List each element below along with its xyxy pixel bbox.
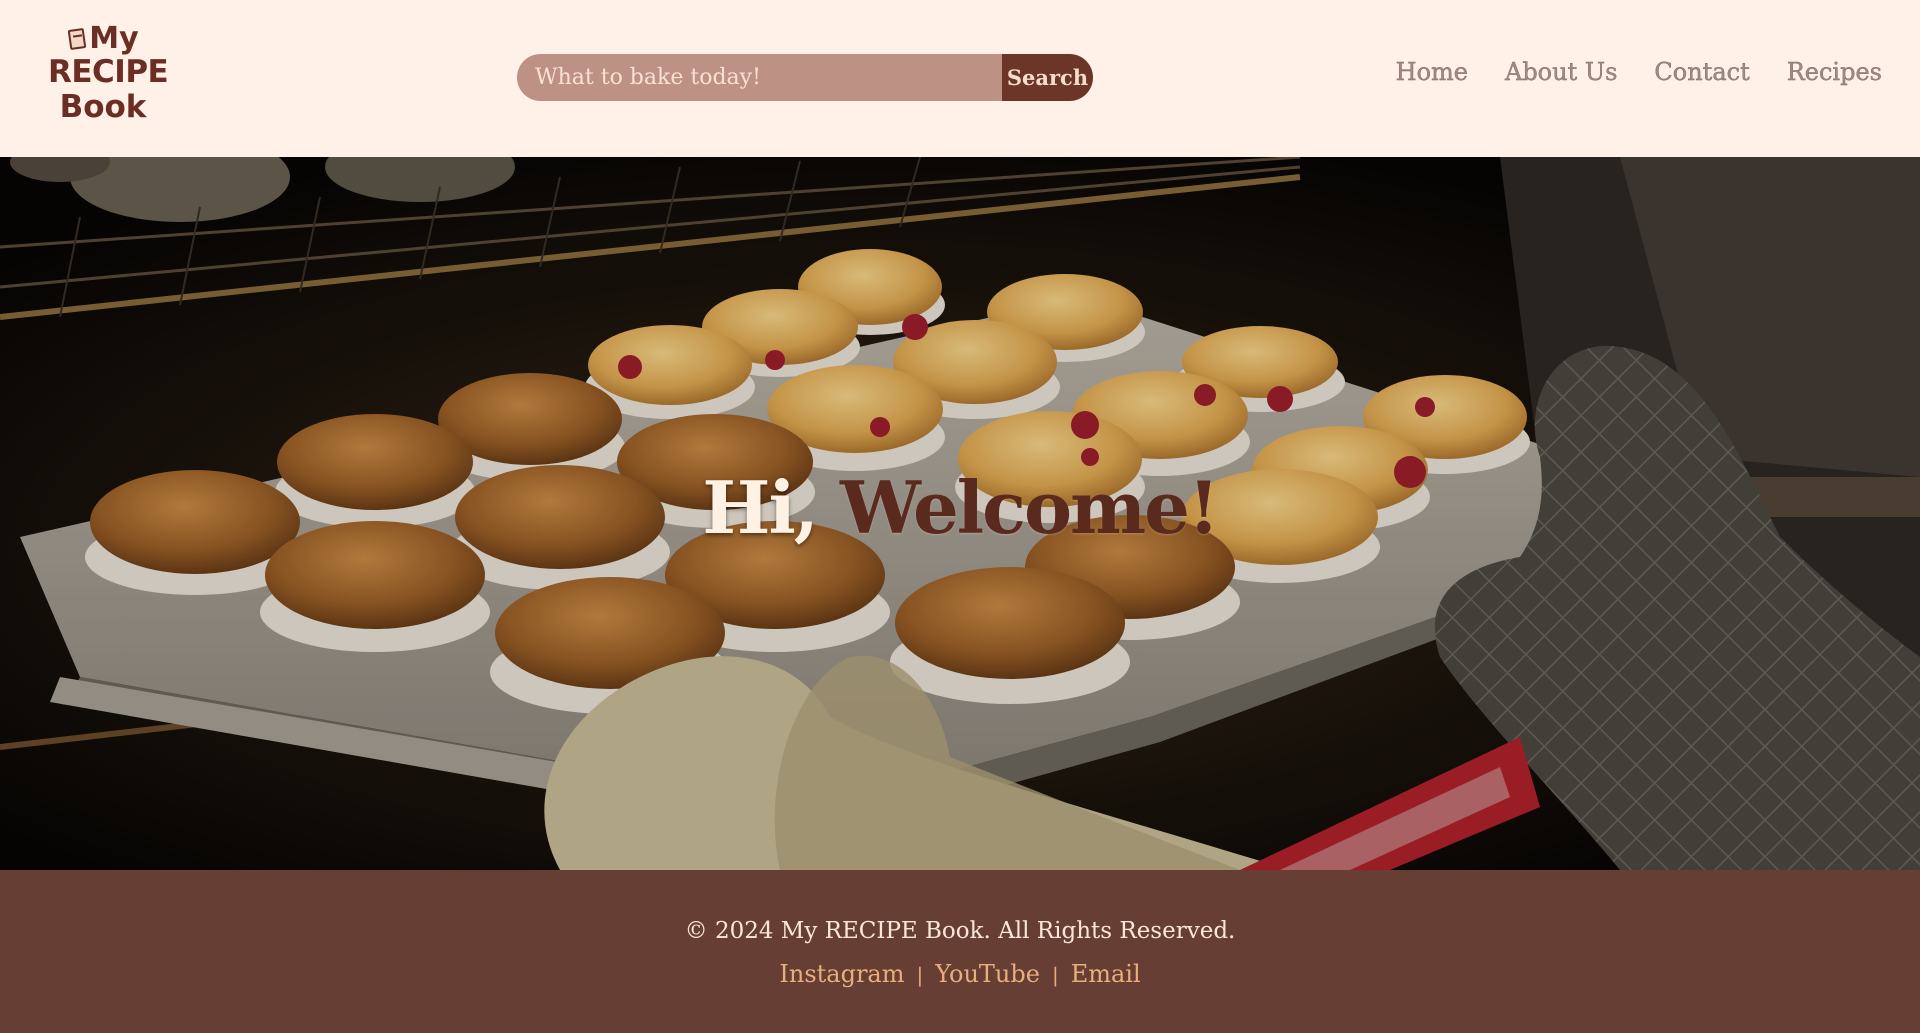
footer-social-links: Instagram | YouTube | Email <box>0 960 1920 988</box>
logo-text-book: Book <box>59 89 147 125</box>
search-input[interactable] <box>517 54 1002 101</box>
nav-about-us[interactable]: About Us <box>1505 58 1618 86</box>
recipe-book-icon <box>67 26 87 51</box>
nav-contact[interactable]: Contact <box>1654 58 1750 86</box>
footer-link-instagram[interactable]: Instagram <box>779 960 904 988</box>
logo-text-my: My <box>89 21 139 56</box>
site-logo[interactable]: My RECIPE Book <box>48 21 169 125</box>
search-form: Search <box>517 54 1093 101</box>
footer-link-youtube[interactable]: YouTube <box>935 960 1040 988</box>
footer-separator: | <box>916 963 924 987</box>
logo-text-recipe: RECIPE <box>48 54 169 90</box>
hero-greeting: Hi, <box>702 465 818 550</box>
hero-banner: Hi, Welcome! <box>0 157 1920 870</box>
copyright-text: © 2024 My RECIPE Book. All Rights Reserv… <box>684 918 1236 944</box>
hero-heading: Hi, Welcome! <box>0 472 1920 544</box>
nav-recipes[interactable]: Recipes <box>1787 58 1883 86</box>
hero-welcome: Welcome! <box>839 465 1220 550</box>
site-header: My RECIPE Book Search Home About Us Cont… <box>0 0 1920 157</box>
footer-separator: | <box>1051 963 1059 987</box>
footer-link-email[interactable]: Email <box>1071 960 1141 988</box>
site-footer: © 2024 My RECIPE Book. All Rights Reserv… <box>0 870 1920 1033</box>
main-nav: Home About Us Contact Recipes <box>1395 58 1883 86</box>
search-button[interactable]: Search <box>1002 54 1093 101</box>
nav-home[interactable]: Home <box>1395 58 1468 86</box>
